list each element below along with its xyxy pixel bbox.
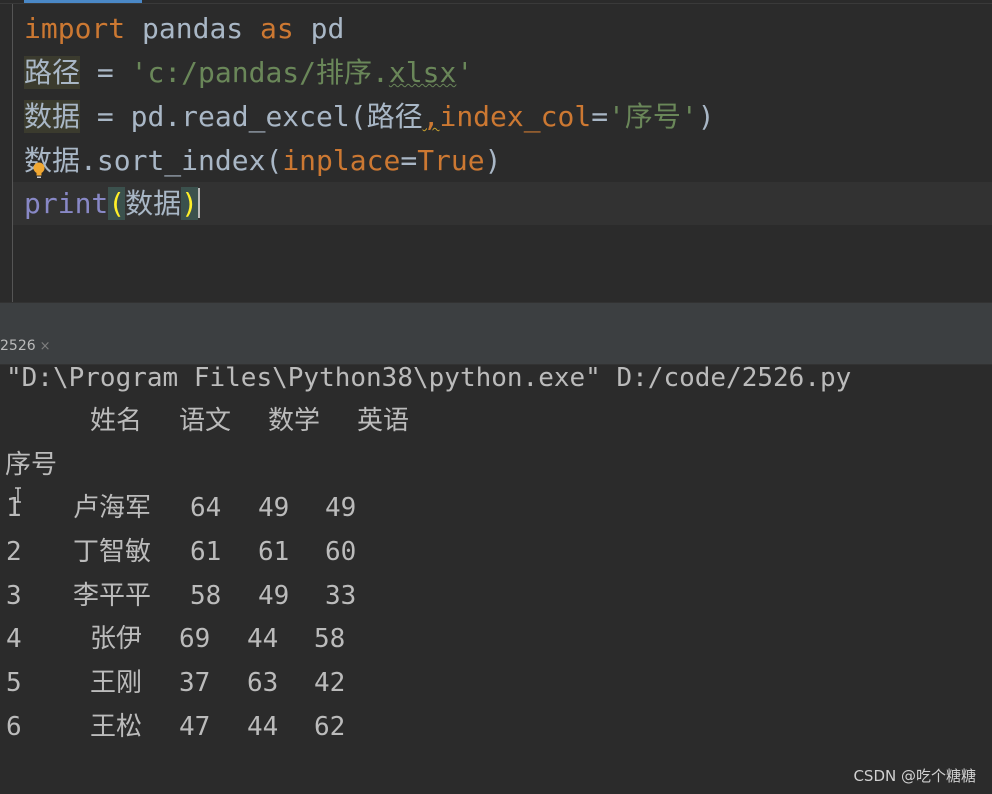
read-excel-call: = pd.read_excel( (80, 100, 367, 133)
editor-divider (0, 3, 992, 4)
row-value: 58 (190, 581, 222, 611)
row-value: 44 (247, 624, 279, 654)
code-line-2[interactable]: 路径 = 'c:/pandas/排序.xlsx' (24, 55, 473, 91)
panel-splitter[interactable] (0, 302, 992, 333)
row-value: 49 (258, 581, 290, 611)
value-true: True (417, 144, 485, 177)
column-header: 英语 (357, 406, 410, 436)
string-path-open: 'c:/pandas/排序. (130, 56, 389, 89)
string-index-name: '序号' (608, 100, 698, 133)
column-header: 数学 (268, 406, 321, 436)
column-header: 语文 (179, 406, 232, 436)
param-inplace: inplace (282, 144, 401, 177)
module-alias: pd (293, 12, 345, 45)
sort-index-call: .sort_index( (80, 144, 283, 177)
comma-warning: , (422, 100, 440, 133)
run-tab[interactable]: 2526 × (0, 338, 51, 354)
text-cursor-icon (15, 487, 21, 503)
close-icon[interactable]: × (40, 339, 51, 354)
console-command-line: "D:\Program Files\Python38\python.exe" D… (6, 363, 852, 393)
row-value: 61 (190, 537, 222, 567)
row-value: 44 (247, 712, 279, 742)
argument-path: 路径 (366, 100, 423, 133)
param-equals: = (591, 100, 609, 133)
editor-gutter-border (12, 4, 13, 302)
row-name: 丁智敏 (73, 537, 152, 567)
row-value: 58 (314, 624, 346, 654)
code-editor[interactable]: import pandas as pd 路径 = 'c:/pandas/排序.x… (0, 0, 992, 302)
row-index: 3 (6, 581, 22, 611)
row-value: 64 (190, 493, 222, 523)
argument-data: 数据 (125, 187, 182, 220)
row-value: 33 (325, 581, 357, 611)
row-value: 62 (314, 712, 346, 742)
row-index: 6 (6, 712, 22, 742)
row-name: 王松 (90, 712, 143, 742)
row-value: 63 (247, 668, 279, 698)
code-line-5[interactable]: print(数据) (24, 186, 201, 222)
ide-window: import pandas as pd 路径 = 'c:/pandas/排序.x… (0, 0, 992, 794)
row-value: 49 (325, 493, 357, 523)
builtin-print: print (24, 187, 109, 220)
row-index: 2 (6, 537, 22, 567)
row-name: 卢海军 (73, 493, 152, 523)
row-value: 61 (258, 537, 290, 567)
close-paren-highlight: ) (181, 187, 199, 220)
close-paren: ) (484, 144, 502, 177)
text-caret (198, 188, 201, 218)
code-line-3[interactable]: 数据 = pd.read_excel(路径,index_col='序号') (24, 99, 715, 135)
row-value: 42 (314, 668, 346, 698)
row-value: 69 (179, 624, 211, 654)
open-paren-highlight: ( (108, 187, 126, 220)
code-line-1[interactable]: import pandas as pd (24, 11, 344, 47)
keyword-as: as (260, 12, 294, 45)
index-name: 序号 (5, 450, 58, 480)
string-path-close: ' (456, 56, 474, 89)
row-value: 60 (325, 537, 357, 567)
variable-path: 路径 (24, 56, 81, 89)
code-line-4[interactable]: 数据.sort_index(inplace=True) (24, 143, 501, 179)
assign-operator: = (80, 56, 131, 89)
column-header: 姓名 (90, 406, 143, 436)
row-name: 王刚 (90, 668, 143, 698)
row-value: 37 (179, 668, 211, 698)
row-index: 5 (6, 668, 22, 698)
watermark: CSDN @吃个糖糖 (853, 767, 976, 785)
string-path-ext: xlsx (388, 56, 457, 89)
row-value: 49 (258, 493, 290, 523)
lightbulb-icon[interactable] (32, 162, 46, 180)
close-paren: ) (697, 100, 715, 133)
row-value: 47 (179, 712, 211, 742)
row-index: 4 (6, 624, 22, 654)
run-tab-label: 2526 (0, 338, 36, 354)
keyword-import: import (24, 12, 126, 45)
module-name: pandas (125, 12, 261, 45)
param-equals: = (400, 144, 418, 177)
row-name: 张伊 (90, 624, 143, 654)
row-name: 李平平 (73, 581, 152, 611)
variable-data: 数据 (24, 100, 81, 133)
param-index-col: index_col (439, 100, 592, 133)
